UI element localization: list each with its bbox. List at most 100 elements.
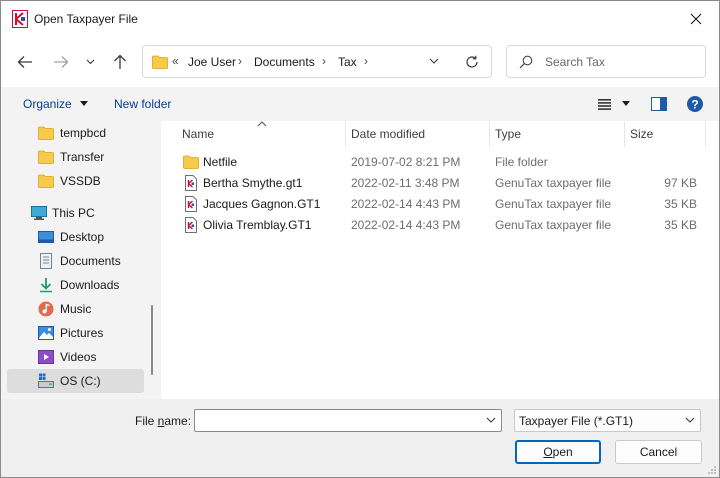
taxfile-icon [185, 175, 197, 191]
file-row-jacques-gagnon[interactable]: Jacques Gagnon.GT1 2022-02-14 4:43 PM Ge… [177, 194, 705, 215]
refresh-icon[interactable] [465, 55, 479, 69]
file-type: GenuTax taxpayer file [495, 197, 612, 211]
file-type-select[interactable]: Taxpayer File (*.GT1) [514, 409, 701, 432]
arrow-left-icon [17, 56, 32, 68]
nav-label: Transfer [60, 150, 105, 164]
back-button[interactable] [15, 52, 35, 72]
breadcrumb-separator[interactable]: › [238, 54, 242, 68]
file-type-value: Taxpayer File (*.GT1) [519, 414, 634, 428]
computer-icon [31, 206, 47, 220]
file-name: Jacques Gagnon.GT1 [203, 197, 321, 211]
column-header-size[interactable]: Size [625, 121, 705, 147]
file-row-netfile[interactable]: Netfile 2019-07-02 8:21 PM File folder [177, 152, 705, 173]
breadcrumb-separator[interactable]: › [364, 54, 368, 68]
arrow-up-icon [114, 54, 126, 69]
file-date: 2019-07-02 8:21 PM [351, 155, 461, 169]
column-header-name[interactable]: Name [177, 121, 345, 147]
nav-item-music[interactable]: Music [7, 297, 144, 321]
file-name: Netfile [203, 155, 238, 169]
folder-icon [38, 126, 54, 140]
search-input[interactable] [545, 53, 695, 71]
file-name-input[interactable] [198, 412, 478, 429]
column-header-label: Name [182, 127, 215, 141]
nav-item-tempbcd[interactable]: tempbcd [7, 121, 144, 145]
recent-locations-button[interactable] [82, 52, 98, 72]
folder-icon [152, 55, 168, 69]
address-overflow[interactable]: « [172, 54, 179, 68]
nav-label: Downloads [60, 278, 120, 292]
breadcrumb-joe-user[interactable]: Joe User [188, 55, 236, 69]
command-bar: Organize New folder ? [1, 87, 719, 121]
column-header-label: Type [495, 127, 522, 141]
file-date: 2022-02-14 4:43 PM [351, 218, 461, 232]
nav-item-vssdb[interactable]: VSSDB [7, 169, 144, 193]
folder-icon [38, 150, 54, 164]
breadcrumb-separator[interactable]: › [322, 54, 326, 68]
nav-label: Documents [60, 254, 121, 268]
music-icon [38, 301, 54, 317]
nav-label: VSSDB [60, 174, 101, 188]
view-options-caret-icon[interactable] [622, 101, 630, 107]
column-header-label: Date modified [351, 127, 426, 141]
organize-button[interactable]: Organize [23, 97, 89, 111]
nav-item-os-c[interactable]: OS (C:) [7, 369, 144, 393]
new-folder-button[interactable]: New folder [114, 97, 171, 111]
file-name-label-post: ame: [164, 414, 192, 428]
nav-item-desktop[interactable]: Desktop [7, 225, 144, 249]
navigation-pane: tempbcd Transfer VSSDB This PC Desktop D… [1, 121, 161, 399]
address-bar[interactable]: « Joe User › Documents › Tax › [142, 45, 492, 78]
documents-icon [40, 253, 52, 269]
chevron-down-icon[interactable] [486, 415, 496, 425]
nav-scrollbar[interactable] [151, 305, 153, 375]
search-box[interactable] [506, 45, 706, 78]
nav-item-documents[interactable]: Documents [7, 249, 144, 273]
breadcrumb-documents[interactable]: Documents [254, 55, 315, 69]
file-date: 2022-02-14 4:43 PM [351, 197, 461, 211]
open-button-label: pen [552, 445, 573, 459]
open-button-key: O [543, 445, 553, 459]
nav-item-downloads[interactable]: Downloads [7, 273, 144, 297]
nav-item-transfer[interactable]: Transfer [7, 145, 144, 169]
open-file-dialog: Open Taxpayer File « Joe User › Document… [0, 0, 720, 478]
resize-grip-icon[interactable] [707, 465, 717, 475]
file-date: 2022-02-11 3:48 PM [351, 176, 460, 190]
column-header-date[interactable]: Date modified [346, 121, 489, 147]
preview-pane-icon[interactable] [651, 97, 667, 111]
desktop-icon [38, 231, 54, 243]
window-title: Open Taxpayer File [34, 12, 138, 26]
file-type: File folder [495, 155, 548, 169]
videos-icon [38, 350, 54, 364]
folder-icon [38, 174, 54, 188]
file-name-combobox[interactable] [194, 409, 502, 432]
help-icon[interactable]: ? [687, 96, 703, 112]
file-row-bertha-smythe[interactable]: Bertha Smythe.gt1 2022-02-11 3:48 PM Gen… [177, 173, 705, 194]
column-header-type[interactable]: Type [490, 121, 624, 147]
column-header-label: Size [630, 127, 654, 141]
open-button[interactable]: Open [515, 440, 601, 464]
file-name: Olivia Tremblay.GT1 [203, 218, 312, 232]
organize-label: Organize [23, 97, 72, 111]
up-button[interactable] [110, 52, 130, 72]
file-size: 97 KB [664, 176, 697, 190]
view-details-icon[interactable] [598, 99, 611, 110]
file-row-olivia-tremblay[interactable]: Olivia Tremblay.GT1 2022-02-14 4:43 PM G… [177, 215, 705, 236]
chevron-down-icon[interactable] [429, 56, 439, 66]
close-icon [690, 13, 702, 25]
forward-button[interactable] [51, 52, 71, 72]
cancel-button[interactable]: Cancel [615, 440, 702, 464]
nav-label: Music [60, 302, 92, 316]
column-separator[interactable] [705, 121, 706, 147]
chevron-down-icon [685, 417, 695, 423]
pictures-icon [38, 326, 54, 340]
close-button[interactable] [673, 1, 719, 37]
nav-label: Pictures [60, 326, 104, 340]
file-type: GenuTax taxpayer file [495, 176, 612, 190]
nav-item-this-pc[interactable]: This PC [7, 201, 144, 225]
nav-item-videos[interactable]: Videos [7, 345, 144, 369]
drive-icon [38, 373, 54, 388]
taxfile-icon [185, 217, 197, 233]
nav-item-pictures[interactable]: Pictures [7, 321, 144, 345]
taxfile-icon [185, 196, 197, 212]
breadcrumb-tax[interactable]: Tax [338, 55, 357, 69]
app-logo-icon [12, 10, 28, 28]
